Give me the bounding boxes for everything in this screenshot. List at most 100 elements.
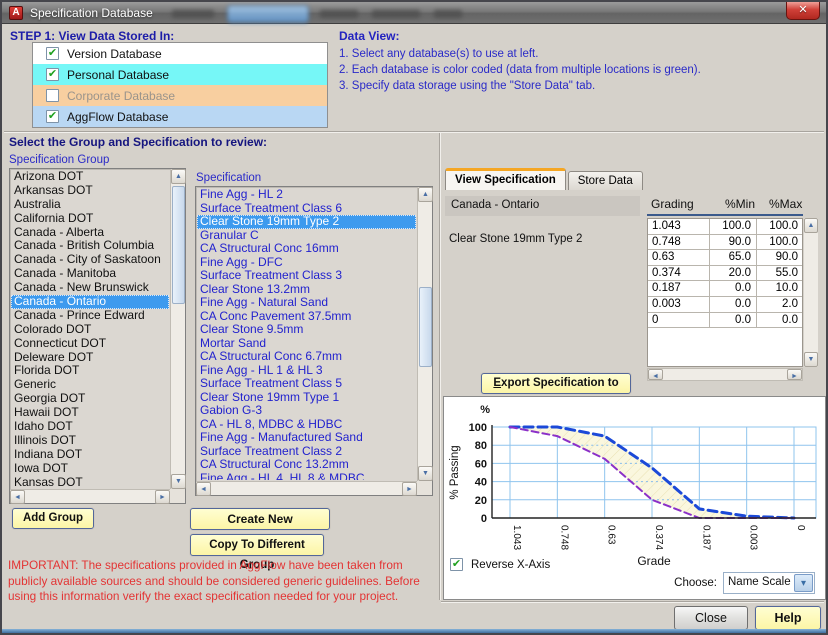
add-group-button[interactable]: Add Group — [12, 508, 94, 529]
list-item[interactable]: Surface Treatment Class 5 — [197, 377, 416, 391]
list-item[interactable]: CA Structural Conc 6.7mm — [197, 350, 416, 364]
list-item[interactable]: Surface Treatment Class 6 — [197, 202, 416, 216]
list-item[interactable]: Iowa DOT — [11, 462, 169, 476]
svg-text:% Passing: % Passing — [449, 445, 461, 499]
list-item[interactable]: Arkansas DOT — [11, 184, 169, 198]
data-view-instructions: 1. Select any database(s) to use at left… — [339, 46, 819, 94]
tab-view-specification[interactable]: View Specification — [445, 168, 566, 190]
close-window-button[interactable]: ✕ — [786, 2, 820, 20]
list-item[interactable]: Canada - New Brunswick — [11, 281, 169, 295]
list-item[interactable]: Fine Agg - Manufactured Sand — [197, 431, 416, 445]
scale-dropdown[interactable]: Name Scale ▾ — [723, 572, 815, 594]
group-horizontal-scrollbar[interactable]: ◄ ► — [10, 489, 170, 503]
grading-table[interactable]: Grading %Min %Max 1.043100.0100.00.74890… — [647, 195, 818, 388]
list-item[interactable]: Mortar Sand — [197, 337, 416, 351]
scroll-up-icon[interactable]: ▲ — [418, 187, 433, 202]
list-item[interactable]: Arizona DOT — [11, 170, 169, 184]
reverse-x-axis-checkbox[interactable]: ✔ — [450, 558, 463, 571]
grading-table-body[interactable]: 1.043100.0100.00.74890.0100.00.6365.090.… — [647, 218, 803, 367]
scroll-up-icon[interactable]: ▲ — [804, 218, 818, 233]
title-bar[interactable]: A Specification Database ✕ — [2, 2, 826, 24]
list-item[interactable]: CA - HL 8, MDBC & HDBC — [197, 418, 416, 432]
table-row[interactable]: 0.0030.02.0 — [648, 297, 802, 313]
spec-vertical-scrollbar[interactable]: ▲ ▼ — [417, 187, 432, 481]
scroll-right-icon[interactable]: ► — [402, 482, 417, 496]
scroll-down-icon[interactable]: ▼ — [804, 352, 818, 367]
table-row[interactable]: 0.37420.055.0 — [648, 266, 802, 282]
list-item[interactable]: Fine Agg - HL 1 & HL 3 — [197, 364, 416, 378]
scroll-up-icon[interactable]: ▲ — [171, 169, 186, 184]
step1-sublabel: View Data Stored In: — [58, 29, 174, 43]
list-item[interactable]: Generic — [11, 378, 169, 392]
group-vertical-scrollbar[interactable]: ▲ ▼ — [170, 169, 185, 489]
scroll-left-icon[interactable]: ◄ — [648, 369, 663, 380]
table-cell: 0.0 — [757, 313, 802, 328]
database-checkbox[interactable] — [46, 89, 59, 102]
spec-scroll-thumb[interactable] — [419, 287, 432, 367]
list-item[interactable]: Surface Treatment Class 2 — [197, 445, 416, 459]
list-item[interactable]: Hawaii DOT — [11, 406, 169, 420]
list-item[interactable]: Canada - Prince Edward — [11, 309, 169, 323]
tab-store-data[interactable]: Store Data — [568, 171, 643, 190]
group-listbox[interactable]: Arizona DOTArkansas DOTAustraliaCaliforn… — [9, 168, 186, 504]
database-checkbox[interactable]: ✔ — [46, 68, 59, 81]
list-item[interactable]: Fine Agg - Natural Sand — [197, 296, 416, 310]
close-dialog-button[interactable]: Close — [674, 606, 748, 630]
list-item[interactable]: Canada - British Columbia — [11, 239, 169, 253]
list-item[interactable]: Canada - City of Saskatoon — [11, 253, 169, 267]
list-item[interactable]: Canada - Ontario — [11, 295, 169, 309]
list-item[interactable]: Kansas DOT — [11, 476, 169, 488]
table-row[interactable]: 0.74890.0100.0 — [648, 235, 802, 251]
list-item[interactable]: Clear Stone 19mm Type 2 — [197, 215, 416, 229]
database-checkbox[interactable]: ✔ — [46, 47, 59, 60]
group-scroll-thumb[interactable] — [172, 186, 185, 304]
list-item[interactable]: Fine Agg - HL 4, HL 8 & MDBC — [197, 472, 416, 481]
spec-horizontal-scrollbar[interactable]: ◄ ► — [196, 481, 417, 495]
scroll-down-icon[interactable]: ▼ — [171, 474, 186, 489]
list-item[interactable]: Idaho DOT — [11, 420, 169, 434]
list-item[interactable]: Surface Treatment Class 3 — [197, 269, 416, 283]
scroll-down-icon[interactable]: ▼ — [418, 466, 433, 481]
database-checkbox[interactable]: ✔ — [46, 110, 59, 123]
list-item[interactable]: Australia — [11, 198, 169, 212]
scroll-left-icon[interactable]: ◄ — [10, 490, 25, 504]
list-item[interactable]: CA Conc Pavement 37.5mm — [197, 310, 416, 324]
list-item[interactable]: Fine Agg - HL 2 — [197, 188, 416, 202]
list-item[interactable]: Canada - Alberta — [11, 226, 169, 240]
copy-to-different-group-button[interactable]: Copy To Different Group — [190, 534, 324, 556]
table-horizontal-scrollbar[interactable]: ◄ ► — [647, 368, 803, 381]
list-item[interactable]: Gabion G-3 — [197, 404, 416, 418]
table-row[interactable]: 0.6365.090.0 — [648, 250, 802, 266]
export-specification-button[interactable]: Export Specification to Excel — [481, 373, 631, 394]
table-vertical-scrollbar[interactable]: ▲ ▼ — [804, 218, 818, 367]
list-item[interactable]: Illinois DOT — [11, 434, 169, 448]
help-button[interactable]: Help — [755, 606, 821, 630]
table-row[interactable]: 00.00.0 — [648, 313, 802, 329]
list-item[interactable]: Granular C — [197, 229, 416, 243]
list-item[interactable]: CA Structural Conc 13.2mm — [197, 458, 416, 472]
chevron-down-icon[interactable]: ▾ — [794, 574, 813, 592]
create-new-specification-button[interactable]: Create New Specification — [190, 508, 330, 530]
list-item[interactable]: CA Structural Conc 16mm — [197, 242, 416, 256]
list-item[interactable]: Indiana DOT — [11, 448, 169, 462]
list-item[interactable]: Connecticut DOT — [11, 337, 169, 351]
table-row[interactable]: 1.043100.0100.0 — [648, 219, 802, 235]
list-item[interactable]: Clear Stone 13.2mm — [197, 283, 416, 297]
svg-text:100: 100 — [469, 422, 487, 434]
reverse-x-axis-control[interactable]: ✔ Reverse X-Axis — [450, 558, 550, 571]
specification-listbox[interactable]: Fine Agg - HL 2Surface Treatment Class 6… — [195, 186, 433, 496]
scroll-right-icon[interactable]: ► — [155, 490, 170, 504]
list-item[interactable]: Canada - Manitoba — [11, 267, 169, 281]
list-item[interactable]: Florida DOT — [11, 364, 169, 378]
list-item[interactable]: Georgia DOT — [11, 392, 169, 406]
list-item[interactable]: Deleware DOT — [11, 351, 169, 365]
background-tabs-blur — [172, 5, 502, 23]
list-item[interactable]: Fine Agg - DFC — [197, 256, 416, 270]
scroll-left-icon[interactable]: ◄ — [196, 482, 211, 496]
list-item[interactable]: Clear Stone 9.5mm — [197, 323, 416, 337]
list-item[interactable]: Colorado DOT — [11, 323, 169, 337]
list-item[interactable]: Clear Stone 19mm Type 1 — [197, 391, 416, 405]
list-item[interactable]: California DOT — [11, 212, 169, 226]
table-row[interactable]: 0.1870.010.0 — [648, 281, 802, 297]
scroll-right-icon[interactable]: ► — [787, 369, 802, 380]
